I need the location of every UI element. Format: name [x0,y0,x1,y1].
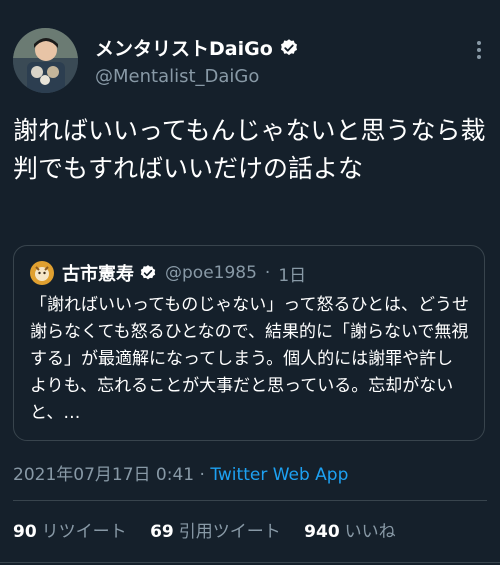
likes-label: いいね [344,522,396,542]
tweet-text: 謝ればいいってもんじゃないと思うなら裁判でもすればいいだけの話よな [13,116,486,183]
divider [0,562,500,563]
quoted-tweet-text: 「謝ればいいってものじゃない」って怒るひとは、どうせ謝らなくても怒るひとなので、… [30,295,469,423]
quotes-label: 引用ツイート [178,522,281,542]
quotes-count: 69 [150,522,174,542]
quoted-author-name: 古市憲寿 [62,264,134,285]
meta-separator: · [199,465,205,485]
author-handle[interactable]: @Mentalist_DaiGo [95,66,259,87]
quoted-separator: · [264,263,271,283]
divider [13,500,487,501]
likes-stat[interactable]: 940 いいね [304,522,414,542]
quoted-tweet-age: 1日 [278,265,307,286]
quoted-author-handle: @poe1985 [165,263,257,283]
tweet-timestamp[interactable]: 2021年07月17日 0:41 [13,465,194,485]
quotes-stat[interactable]: 69 引用ツイート [150,522,299,542]
more-options-icon[interactable] [476,40,482,60]
verified-badge-icon [140,265,156,280]
author-display-name[interactable]: メンタリストDaiGo [95,34,273,61]
tweet-stats: 90 リツイート 69 引用ツイート 940 いいね [13,517,414,542]
quoted-tweet-card[interactable]: 古市憲寿 @poe1985 · 1日 「謝ればいいってものじゃない」って怒るひと… [13,245,485,441]
quoted-tweet-header: 古市憲寿 @poe1985 · 1日 [30,260,306,286]
retweets-label: リツイート [41,522,127,542]
likes-count: 940 [304,522,340,542]
verified-badge-icon [280,38,297,55]
tweet-source-link[interactable]: Twitter Web App [210,465,348,485]
tweet-meta: 2021年07月17日 0:41 · Twitter Web App [13,460,348,485]
author-name-row[interactable]: メンタリストDaiGo [95,34,299,61]
retweets-count: 90 [13,522,37,542]
retweets-stat[interactable]: 90 リツイート [13,522,145,542]
author-avatar[interactable] [13,28,78,93]
quoted-author-avatar [30,261,54,285]
